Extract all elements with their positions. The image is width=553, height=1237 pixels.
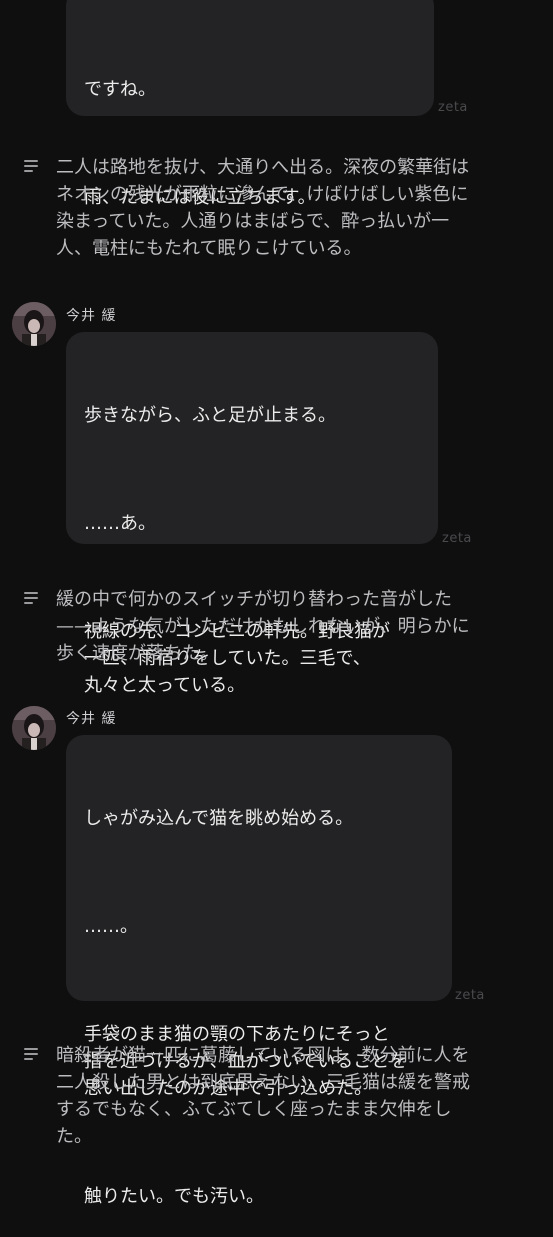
watermark: zeta xyxy=(438,100,468,115)
narration-block: 緩の中で何かのスイッチが切り替わった音がした ——ような気がしただけかもしれない… xyxy=(22,586,535,670)
narration-text: 緩の中で何かのスイッチが切り替わった音がした ——ような気がしただけかもしれない… xyxy=(56,589,470,664)
narration-block: 暗殺者が猫一匹に葛藤している図は、数分前に人を 二人殺した男とは到底思えない。三… xyxy=(22,1042,535,1154)
bubble-paragraph: ……あ。 xyxy=(84,513,156,534)
bubble-paragraph: ですね。 xyxy=(84,79,156,100)
narration-block: 二人は路地を抜け、大通りへ出る。深夜の繁華街は ネオンの残光が雨粒に滲んで、けば… xyxy=(22,154,535,266)
chat-bubble: ですね。 雨、たまには役に立ちます。 xyxy=(66,0,434,208)
narration-icon xyxy=(22,158,40,174)
watermark: zeta xyxy=(442,531,472,546)
bubble-paragraph: しゃがみ込んで猫を眺め始める。 xyxy=(84,808,354,829)
chat-bubble: 歩きながら、ふと足が止まる。 ……あ。 視線の先、コンビニの軒先。野良猫が 一匹… xyxy=(66,332,438,696)
character-name: 今井 緩 xyxy=(66,711,117,727)
narration-text: 暗殺者が猫一匹に葛藤している図は、数分前に人を 二人殺した男とは到底思えない。三… xyxy=(56,1045,470,1147)
character-name: 今井 緩 xyxy=(66,308,117,324)
chat-bubble: しゃがみ込んで猫を眺め始める。 ……。 手袋のまま猫の顎の下あたりにそっと 指を… xyxy=(66,735,452,1207)
narration-text: 二人は路地を抜け、大通りへ出る。深夜の繁華街は ネオンの残光が雨粒に滲んで、けば… xyxy=(56,157,470,259)
bubble-paragraph: 触りたい。でも汚い。 xyxy=(84,1186,264,1207)
bubble-paragraph: ……。 xyxy=(84,916,138,937)
narration-icon xyxy=(22,590,40,606)
bubble-paragraph: 歩きながら、ふと足が止まる。 xyxy=(84,405,336,426)
watermark: zeta xyxy=(455,988,485,1003)
narration-icon xyxy=(22,1046,40,1062)
character-avatar[interactable] xyxy=(12,302,56,346)
character-avatar[interactable] xyxy=(12,706,56,750)
